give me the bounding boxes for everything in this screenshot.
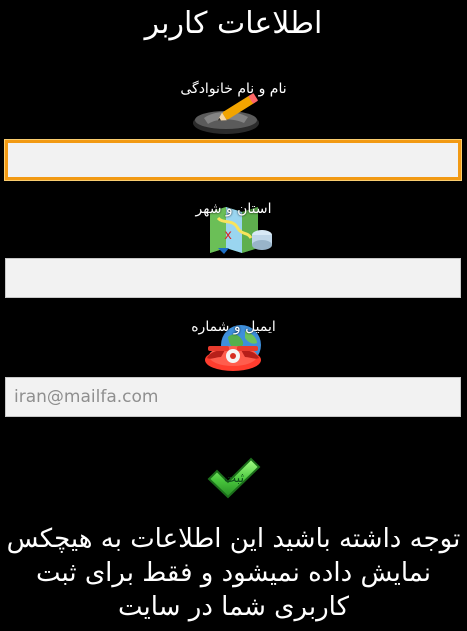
city-input[interactable] — [5, 258, 461, 298]
email-input[interactable] — [5, 377, 461, 417]
email-label: ایمیل و شماره — [191, 319, 276, 335]
full-name-label: نام و نام خانوادگی — [180, 81, 287, 97]
page-title: اطلاعات کاربر — [144, 6, 323, 41]
city-label: استان و شهر — [195, 201, 272, 217]
submit-button[interactable]: ثبت — [205, 455, 263, 501]
user-info-screen: اطلاعات کاربر نام و نام خانوادگی x استان… — [0, 0, 467, 631]
privacy-notice: توجه داشته باشید این اطلاعات به هیچکس نم… — [6, 524, 461, 622]
svg-text:x: x — [224, 228, 232, 243]
full-name-input[interactable] — [5, 140, 461, 180]
submit-label: ثبت — [223, 471, 245, 486]
